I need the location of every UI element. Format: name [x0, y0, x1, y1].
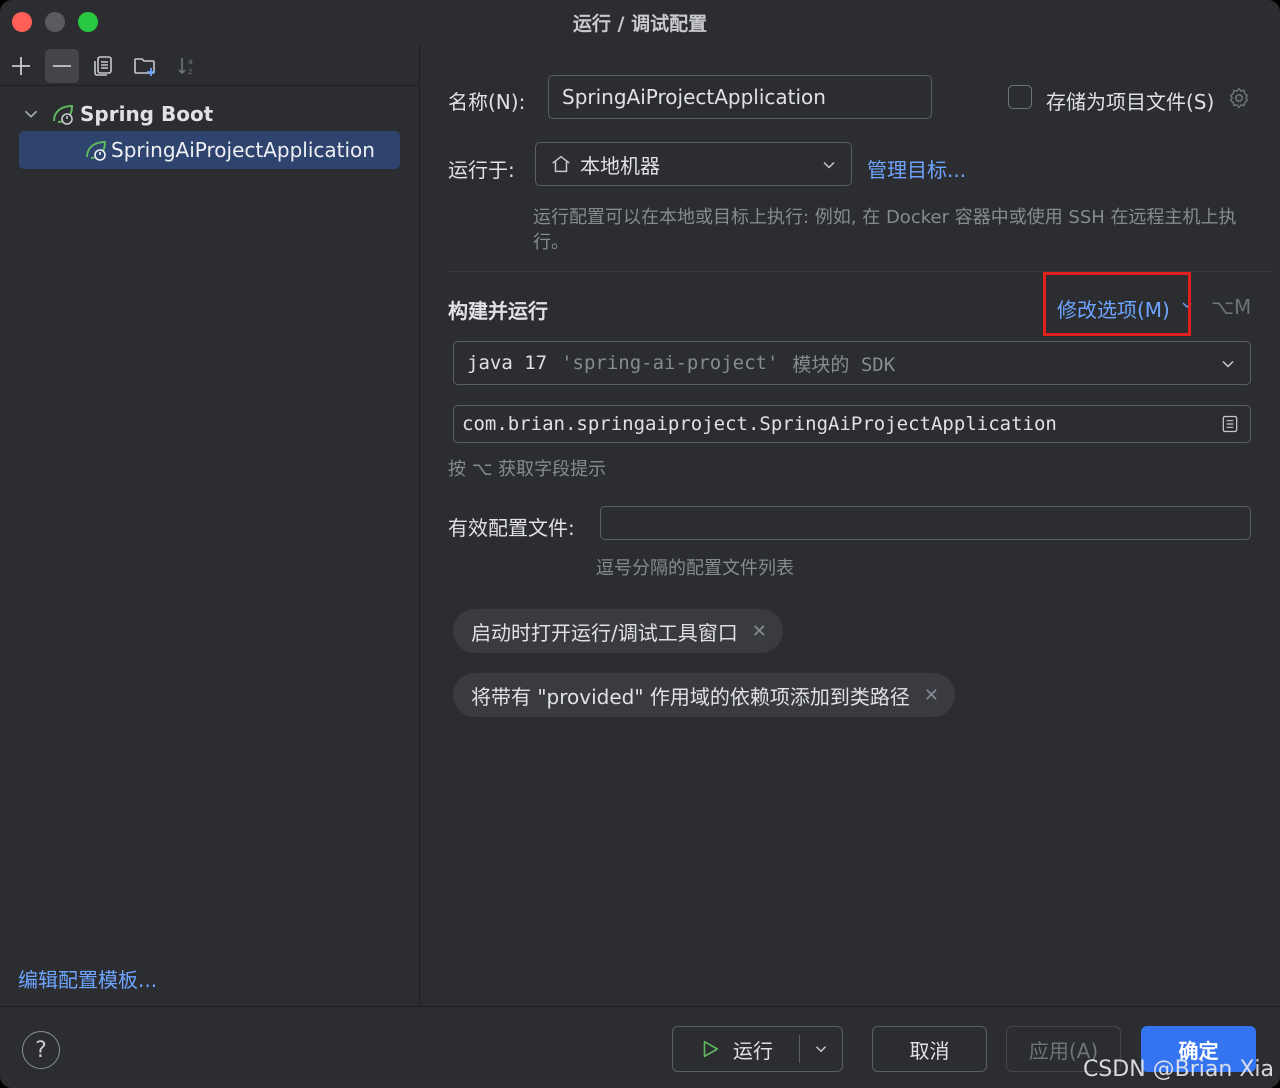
name-field[interactable]: SpringAiProjectApplication — [548, 75, 932, 119]
sdk-module-name: 'spring-ai-project' — [561, 352, 779, 374]
new-folder-button[interactable] — [128, 49, 162, 83]
close-icon[interactable]: ✕ — [924, 685, 939, 706]
chevron-down-icon[interactable] — [20, 103, 42, 125]
browse-class-icon[interactable] — [1220, 414, 1240, 434]
field-hint: 按 ⌥ 获取字段提示 — [448, 459, 607, 480]
tree-group-label: Spring Boot — [80, 102, 214, 126]
sidebar-toolbar: az — [0, 44, 420, 86]
manage-targets-link[interactable]: 管理目标... — [867, 154, 966, 183]
spring-boot-app-icon — [86, 140, 107, 161]
run-on-value: 本地机器 — [580, 153, 660, 178]
home-icon — [552, 155, 570, 173]
add-config-button[interactable] — [4, 49, 38, 83]
title-bar: 运行 / 调试配置 — [0, 0, 1280, 44]
run-debug-config-dialog: 运行 / 调试配置 az Spring Boot SpringAiProject… — [0, 0, 1280, 1088]
config-form: 名称(N): SpringAiProjectApplication 存储为项目文… — [421, 44, 1280, 1006]
run-on-label: 运行于: — [448, 158, 515, 182]
sdk-java-version: java 17 — [467, 352, 548, 374]
chevron-down-icon — [1222, 360, 1234, 368]
tree-group-spring-boot[interactable]: Spring Boot — [20, 98, 213, 130]
play-icon — [703, 1040, 719, 1058]
chevron-down-icon — [815, 1046, 827, 1053]
window-title: 运行 / 调试配置 — [572, 13, 708, 35]
jre-select[interactable]: java 17 'spring-ai-project' 模块的 SDK — [453, 341, 1251, 385]
folder-add-icon — [134, 58, 155, 76]
tree-item-label: SpringAiProjectApplication — [111, 138, 375, 162]
build-run-title: 构建并运行 — [448, 299, 548, 323]
copy-icon — [94, 56, 112, 76]
minus-icon — [53, 65, 71, 67]
run-on-select[interactable]: 本地机器 — [535, 142, 852, 186]
svg-text:a: a — [188, 57, 193, 66]
watermark: CSDN @Brian Xia — [1082, 1057, 1274, 1082]
remove-config-button[interactable] — [45, 49, 79, 83]
gear-icon[interactable] — [1227, 86, 1251, 110]
name-label: 名称(N): — [448, 90, 526, 114]
copy-config-button[interactable] — [86, 49, 120, 83]
name-field-value: SpringAiProjectApplication — [562, 85, 826, 109]
tree-item-springaiprojectapplication[interactable]: SpringAiProjectApplication — [19, 131, 400, 169]
main-class-field[interactable]: com.brian.springaiproject.SpringAiProjec… — [453, 405, 1251, 443]
run-button[interactable]: 运行 — [673, 1027, 799, 1071]
option-chip: 启动时打开运行/调试工具窗口 ✕ — [453, 609, 783, 653]
sort-alpha-icon: az — [178, 57, 193, 76]
option-chip-label: 将带有 "provided" 作用域的依赖项添加到类路径 — [471, 684, 910, 709]
active-profiles-label: 有效配置文件: — [448, 516, 575, 540]
sdk-suffix: 模块的 SDK — [792, 353, 896, 376]
store-as-project-file-checkbox[interactable] — [1008, 85, 1032, 109]
close-icon[interactable]: ✕ — [752, 621, 767, 642]
main-class-value: com.brian.springaiproject.SpringAiProjec… — [462, 413, 1057, 435]
modify-options-shortcut: ⌥M — [1211, 295, 1252, 319]
svg-text:z: z — [188, 67, 192, 76]
option-chip: 将带有 "provided" 作用域的依赖项添加到类路径 ✕ — [453, 673, 956, 717]
run-button-group: 运行 — [672, 1026, 843, 1072]
option-chip-label: 启动时打开运行/调试工具窗口 — [471, 620, 738, 645]
help-button[interactable]: ? — [22, 1031, 60, 1069]
store-as-project-file-label: 存储为项目文件(S) — [1046, 90, 1215, 114]
sort-button[interactable]: az — [170, 49, 204, 83]
chevron-down-icon — [823, 161, 835, 169]
run-button-label: 运行 — [733, 1038, 773, 1063]
spring-boot-icon — [53, 104, 74, 125]
plus-icon — [12, 57, 30, 75]
modify-options-highlight — [1043, 272, 1191, 336]
run-on-hint: 运行配置可以在本地或目标上执行: 例如, 在 Docker 容器中或使用 SSH… — [533, 207, 1237, 253]
edit-config-templates-link[interactable]: 编辑配置模板... — [18, 964, 157, 993]
cancel-button[interactable]: 取消 — [872, 1026, 987, 1072]
active-profiles-hint: 逗号分隔的配置文件列表 — [596, 558, 794, 579]
active-profiles-field[interactable] — [600, 506, 1251, 540]
run-options-dropdown[interactable] — [800, 1027, 842, 1071]
config-sidebar: az Spring Boot SpringAiProjectApplicatio… — [0, 44, 420, 1006]
